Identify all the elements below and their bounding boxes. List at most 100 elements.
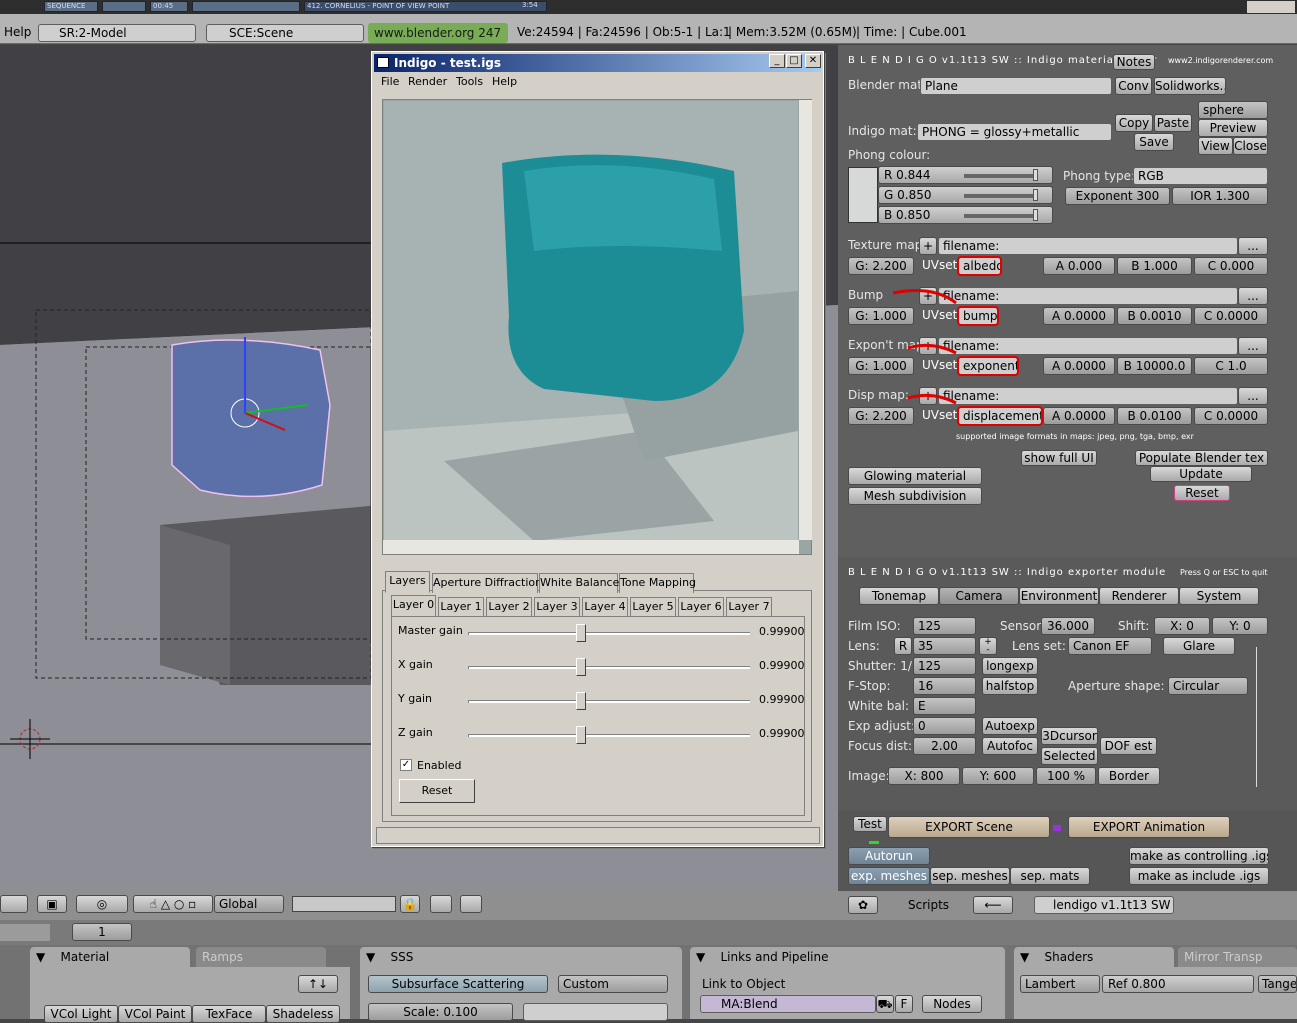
tab-layer-4[interactable]: Layer 4 xyxy=(582,597,628,617)
window-controls[interactable] xyxy=(1247,1,1295,13)
disp-uvset-name[interactable]: displacement xyxy=(957,406,1043,426)
exponent-browse-button[interactable]: ... xyxy=(1238,337,1268,355)
border-button[interactable]: Border xyxy=(1098,767,1160,785)
colour-r-slider[interactable]: R 0.844 xyxy=(878,166,1053,184)
tab-layers[interactable]: Layers xyxy=(385,571,430,593)
make-controlling-button[interactable]: make as controlling .igs xyxy=(1129,847,1269,865)
manipulator-icons[interactable]: ☝ △ ○ ▫ xyxy=(133,895,213,913)
transform-orientation-select[interactable]: Global xyxy=(214,895,284,913)
master-gain-thumb[interactable] xyxy=(575,624,586,642)
sss-scale-field[interactable]: Scale: 0.100 xyxy=(368,1003,513,1021)
glare-button[interactable]: Glare xyxy=(1163,637,1235,655)
ior-field[interactable]: IOR 1.300 xyxy=(1172,187,1268,205)
copy-button[interactable]: Copy xyxy=(1115,114,1153,132)
reset-button[interactable]: Reset xyxy=(399,779,475,803)
longexp-button[interactable]: longexp xyxy=(982,657,1038,675)
render-icon[interactable] xyxy=(430,895,452,913)
bump-gamma[interactable]: G: 1.000 xyxy=(848,307,914,325)
disp-b[interactable]: B 0.0100 xyxy=(1117,407,1192,425)
tab-layer-2[interactable]: Layer 2 xyxy=(486,597,532,617)
export-scene-button[interactable]: EXPORT Scene xyxy=(888,816,1050,838)
scripts-menu[interactable]: Scripts xyxy=(908,898,949,912)
tab-tone-mapping[interactable]: Tone Mapping xyxy=(619,573,696,593)
image-y-field[interactable]: Y: 600 xyxy=(962,767,1034,785)
draw-type-icon[interactable]: ◎ xyxy=(76,895,128,913)
ramps-tab[interactable]: Ramps xyxy=(196,947,326,967)
texture-gamma[interactable]: G: 2.200 xyxy=(848,257,914,275)
panel-icons[interactable] xyxy=(0,924,50,941)
test-button[interactable]: Test xyxy=(853,816,887,832)
image-x-field[interactable]: X: 800 xyxy=(888,767,960,785)
vcol-paint-toggle[interactable]: VCol Paint xyxy=(118,1005,192,1023)
texture-c[interactable]: C 0.000 xyxy=(1194,257,1268,275)
bump-uvset-name[interactable]: bump xyxy=(957,306,999,326)
nodes-button[interactable]: Nodes xyxy=(922,995,982,1013)
layer-buttons[interactable] xyxy=(292,896,396,912)
make-include-button[interactable]: make as include .igs xyxy=(1129,867,1269,885)
glowing-material-button[interactable]: Glowing material xyxy=(848,467,982,485)
3dcursor-button[interactable]: 3Dcursor xyxy=(1041,727,1098,745)
conv-button[interactable]: Conv xyxy=(1115,77,1152,95)
texture-add-button[interactable]: + xyxy=(919,237,937,255)
preview-button[interactable]: Preview xyxy=(1198,119,1268,137)
tab-layer-7[interactable]: Layer 7 xyxy=(726,597,772,617)
export-animation-button[interactable]: EXPORT Animation xyxy=(1068,816,1230,838)
z-gain-thumb[interactable] xyxy=(575,726,586,744)
render-canvas[interactable] xyxy=(382,99,812,555)
shift-x-field[interactable]: X: 0 xyxy=(1154,617,1210,635)
minimize-icon[interactable]: _ xyxy=(769,54,785,68)
taskbar-item[interactable]: 00:45 xyxy=(150,1,188,12)
material-name-field[interactable]: MA:Blend xyxy=(700,995,876,1013)
close-button[interactable]: Close xyxy=(1233,137,1268,155)
solidworks-button[interactable]: Solidworks.. xyxy=(1154,77,1226,95)
tab-environment[interactable]: Environment xyxy=(1019,587,1099,605)
autofoc-button[interactable]: Autofoc xyxy=(982,737,1038,755)
sep-meshes-toggle[interactable]: sep. meshes xyxy=(930,867,1010,885)
exp-meshes-toggle[interactable]: exp. meshes xyxy=(848,867,930,885)
ref-slider[interactable]: Ref 0.800 xyxy=(1102,975,1254,993)
dof-est-button[interactable]: DOF est xyxy=(1100,737,1157,755)
menu-tools[interactable]: Tools xyxy=(456,75,483,88)
menu-render[interactable]: Render xyxy=(408,75,447,88)
fstop-field[interactable]: 16 xyxy=(913,677,976,695)
preview-shape-select[interactable]: sphere xyxy=(1198,101,1268,119)
exponent-c[interactable]: C 1.0 xyxy=(1194,357,1268,375)
disp-browse-button[interactable]: ... xyxy=(1238,387,1268,405)
script-select[interactable]: lendigo v1.1t13 SW xyxy=(1034,896,1174,914)
image-icon[interactable] xyxy=(460,895,482,913)
exp-adjust-field[interactable]: 0 xyxy=(913,717,976,735)
close-icon[interactable]: ✕ xyxy=(805,54,821,68)
menu-help[interactable]: Help xyxy=(492,75,517,88)
view-button[interactable]: View xyxy=(1198,137,1233,155)
taskbar-item[interactable] xyxy=(102,1,146,12)
lock-icon[interactable]: 🔒 xyxy=(400,895,420,913)
tab-layer-1[interactable]: Layer 1 xyxy=(438,597,484,617)
paste-button[interactable]: Paste xyxy=(1154,114,1192,132)
texface-toggle[interactable]: TexFace xyxy=(192,1005,266,1023)
panel-arrow-icons[interactable]: ↑↓ xyxy=(298,975,338,993)
tab-aperture-diffraction[interactable]: Aperture Diffraction xyxy=(432,573,542,593)
frame-field[interactable]: 1 xyxy=(72,923,132,941)
horizontal-scrollbar[interactable] xyxy=(383,540,799,554)
texture-uvset-name[interactable]: albedo xyxy=(957,256,1002,276)
shift-y-field[interactable]: Y: 0 xyxy=(1212,617,1268,635)
blender-mat-select[interactable]: Plane xyxy=(920,77,1112,95)
tab-system[interactable]: System xyxy=(1179,587,1259,605)
scene-selector[interactable]: SCE:Scene xyxy=(206,24,364,42)
material-panel-tab[interactable]: ▼ Material xyxy=(30,947,190,967)
tangent-toggle[interactable]: Tange xyxy=(1258,975,1297,993)
update-button[interactable]: Update xyxy=(1150,466,1252,482)
exponent-uvset-name[interactable]: exponent xyxy=(957,356,1019,376)
texture-browse-button[interactable]: ... xyxy=(1238,237,1268,255)
exponent-b[interactable]: B 10000.0 xyxy=(1117,357,1192,375)
autorun-toggle[interactable]: Autorun xyxy=(848,847,930,865)
view-menu-stub[interactable] xyxy=(0,895,28,913)
links-panel-tab[interactable]: ▼ Links and Pipeline xyxy=(690,947,1005,967)
master-gain-slider[interactable] xyxy=(468,632,750,635)
phong-type-select[interactable]: RGB xyxy=(1133,167,1268,185)
sep-mats-toggle[interactable]: sep. mats xyxy=(1010,867,1090,885)
bump-a[interactable]: A 0.0000 xyxy=(1043,307,1115,325)
bump-filename[interactable]: filename: xyxy=(938,287,1238,305)
exponent-gamma[interactable]: G: 1.000 xyxy=(848,357,914,375)
lens-field[interactable]: 35 xyxy=(913,637,976,655)
